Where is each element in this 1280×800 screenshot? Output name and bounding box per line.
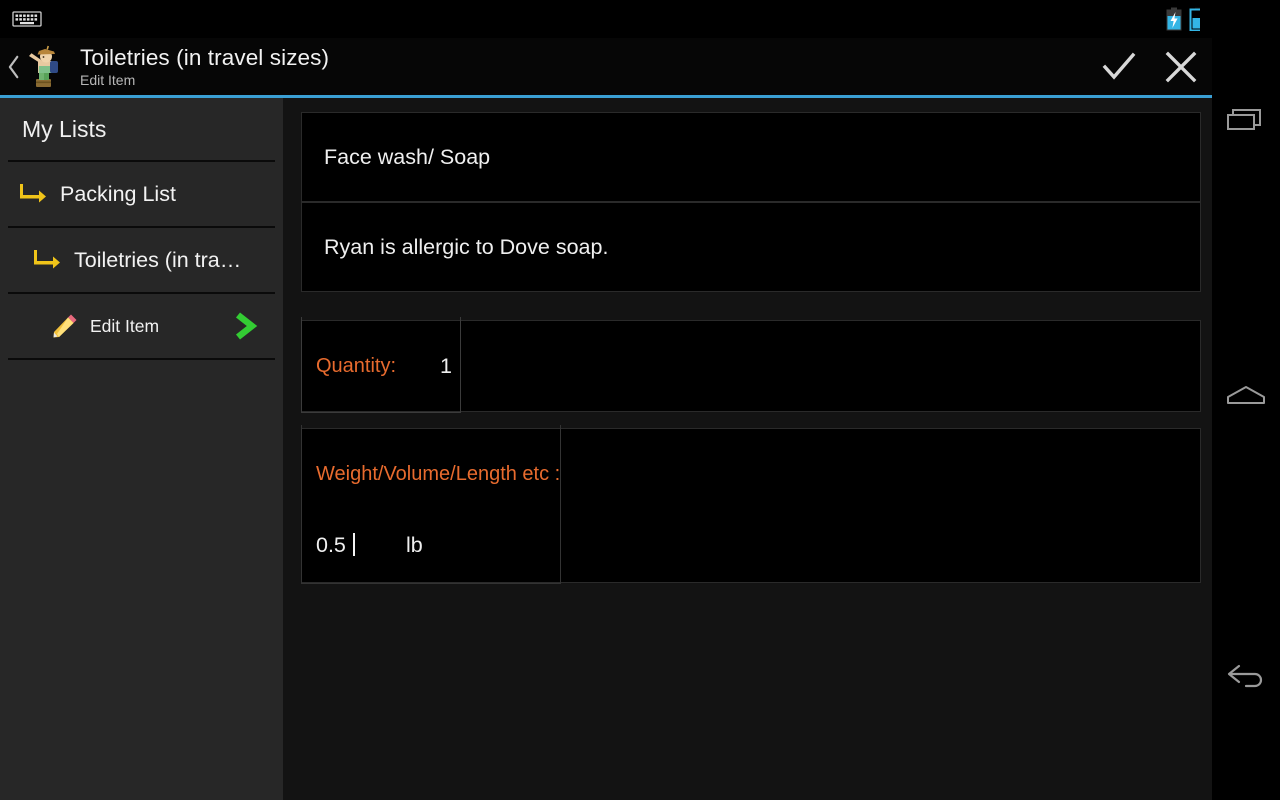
arrow-branch-icon	[20, 182, 48, 206]
title-block: Toiletries (in travel sizes) Edit Item	[80, 45, 329, 89]
recent-apps-button[interactable]	[1212, 86, 1280, 156]
android-tablet-screen: Toiletries (in travel sizes) Edit Item M…	[0, 0, 1280, 800]
measure-label: Weight/Volume/Length etc :	[316, 463, 561, 485]
measure-value: 0.5	[316, 533, 346, 557]
status-bar-right	[1165, 7, 1212, 31]
sidebar-item-toiletries[interactable]: Toiletries (in tra…	[0, 228, 283, 292]
item-note-value: Ryan is allergic to Dove soap.	[324, 235, 609, 259]
sidebar-header: My Lists	[0, 98, 283, 160]
recent-apps-icon	[1227, 109, 1261, 130]
sidebar-header-label: My Lists	[22, 115, 107, 142]
measure-input-outline	[301, 425, 561, 584]
measure-field[interactable]: Weight/Volume/Length etc : 0.5 lb	[301, 425, 1201, 584]
checkmark-icon	[1102, 52, 1136, 80]
sidebar-divider	[8, 358, 275, 360]
breadcrumb-sidebar: My Lists Packing List Toiletries (in tra…	[0, 98, 283, 800]
sidebar-item-label: Toiletries (in tra…	[74, 247, 242, 272]
close-x-icon	[1165, 51, 1197, 83]
system-navigation-bar	[1212, 0, 1280, 800]
sidebar-item-label: Packing List	[60, 181, 176, 206]
item-note-field[interactable]: Ryan is allergic to Dove soap.	[301, 202, 1201, 292]
quantity-label: Quantity:	[316, 355, 397, 377]
back-button[interactable]	[1212, 640, 1280, 710]
cancel-button[interactable]	[1150, 38, 1212, 96]
home-icon	[1227, 386, 1265, 404]
chevron-right-icon[interactable]	[233, 312, 259, 340]
item-name-value: Face wash/ Soap	[324, 145, 491, 169]
quantity-value: 1	[440, 354, 452, 378]
measure-unit: lb	[406, 533, 423, 557]
status-bar	[0, 0, 1212, 38]
traveler-app-icon	[26, 45, 66, 89]
item-name-field[interactable]: Face wash/ Soap	[301, 112, 1201, 202]
quantity-field[interactable]: Quantity: 1	[301, 317, 1201, 413]
accept-button[interactable]	[1088, 38, 1150, 96]
sidebar-item-label: Edit Item	[90, 315, 160, 336]
home-button[interactable]	[1212, 362, 1280, 432]
sidebar-item-edit-item[interactable]: Edit Item	[0, 294, 283, 358]
page-subtitle: Edit Item	[80, 72, 136, 88]
keyboard-icon[interactable]	[12, 9, 42, 29]
sidebar-item-packing-list[interactable]: Packing List	[0, 162, 283, 226]
back-chevron-icon[interactable]	[0, 38, 24, 96]
text-cursor	[353, 533, 355, 556]
battery-charging-icon[interactable]	[1165, 7, 1183, 31]
edit-item-form: Face wash/ Soap Ryan is allergic to Dove…	[283, 98, 1212, 800]
action-bar-buttons	[1088, 38, 1212, 96]
page-title: Toiletries (in travel sizes)	[80, 45, 330, 70]
battery-icon-partial[interactable]	[1189, 7, 1200, 31]
back-arrow-icon	[1227, 664, 1263, 688]
pencil-icon	[52, 313, 78, 339]
action-bar: Toiletries (in travel sizes) Edit Item	[0, 38, 1212, 96]
arrow-branch-icon	[34, 248, 62, 272]
status-bar-left	[0, 9, 42, 29]
